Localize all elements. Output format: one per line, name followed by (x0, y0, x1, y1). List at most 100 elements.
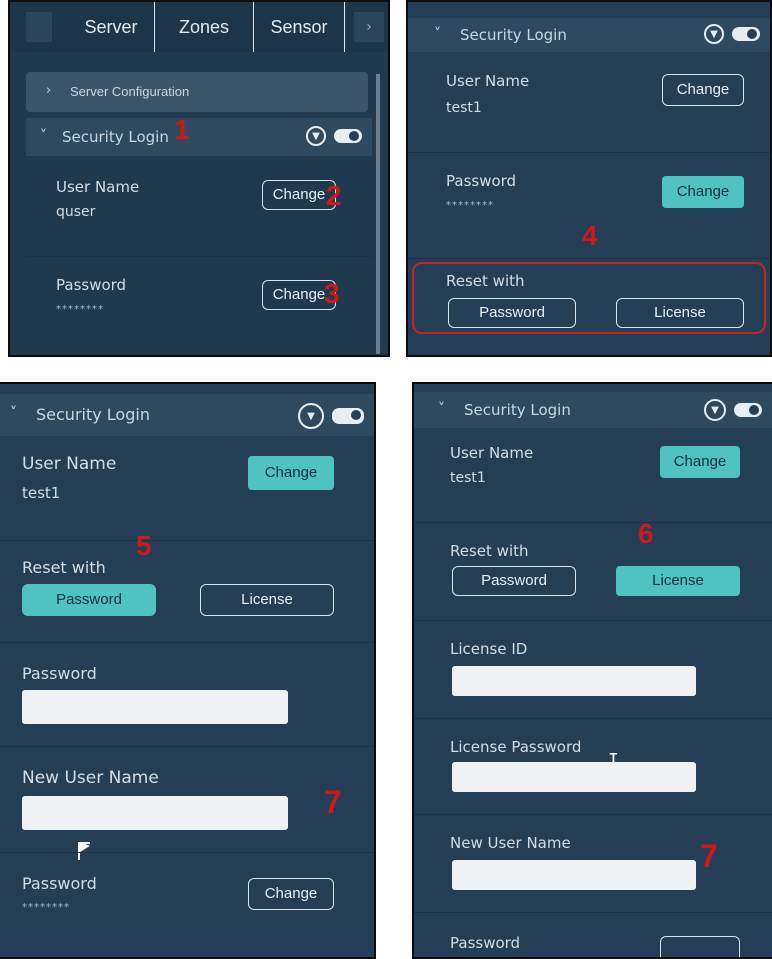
separator (0, 746, 374, 747)
user-name-value: test1 (450, 470, 486, 486)
toggle-icon[interactable] (732, 27, 760, 41)
tab-scroll-right[interactable]: › (354, 12, 384, 42)
toggle-icon[interactable] (332, 408, 364, 424)
filter-icon[interactable]: ▼ (704, 399, 726, 421)
annotation-7: 7 (324, 784, 342, 820)
separator (0, 642, 374, 643)
user-name-value: test1 (446, 100, 482, 116)
tab-server[interactable]: Server (68, 2, 155, 52)
password-label: Password (22, 664, 97, 683)
password-label: Password (446, 172, 517, 190)
new-user-name-label: New User Name (450, 834, 571, 852)
separator (414, 912, 772, 913)
user-name-value: test1 (22, 484, 61, 502)
chevron-down-icon: ˅ (40, 128, 47, 144)
separator (414, 718, 772, 719)
separator (414, 814, 772, 815)
separator (414, 522, 772, 523)
panel-server-tabs: Server Zones Sensor › › Server Configura… (8, 0, 390, 357)
filter-icon[interactable]: ▼ (298, 403, 324, 429)
security-login-title: Security Login (460, 26, 567, 44)
security-login-title: Security Login (62, 128, 169, 146)
user-name-label: User Name (56, 178, 140, 196)
new-user-name-input[interactable] (22, 796, 288, 830)
toggle-icon[interactable] (734, 403, 762, 417)
separator (408, 258, 770, 259)
security-login-header[interactable]: ˅ Security Login ▼ (408, 18, 770, 52)
panel-reset-password: ˅ Security Login ▼ User Name test1 Chang… (0, 382, 376, 959)
separator (0, 540, 374, 541)
filter-icon[interactable]: ▼ (306, 126, 326, 146)
reset-with-label: Reset with (450, 542, 529, 560)
reset-password-button[interactable]: Password (452, 566, 576, 596)
password-label: Password (56, 276, 127, 294)
password-value: ******** (446, 200, 494, 211)
change-username-button[interactable]: Change (248, 456, 334, 490)
user-name-label: User Name (450, 444, 534, 462)
password-value: ******** (22, 902, 70, 913)
header-icons: ▼ (704, 399, 762, 421)
reset-license-button[interactable]: License (616, 566, 740, 596)
annotation-5: 5 (136, 530, 152, 561)
header-icons: ▼ (704, 24, 760, 44)
security-login-header[interactable]: ˅ Security Login ▼ (414, 392, 772, 428)
tab-zones[interactable]: Zones (155, 2, 254, 52)
header-icons: ▼ (298, 403, 364, 429)
security-login-title: Security Login (464, 401, 571, 419)
security-login-header[interactable]: ˅ Security Login ▼ (0, 394, 374, 436)
tab-scroll-left[interactable] (26, 12, 52, 42)
security-login-header[interactable]: ˅ Security Login ▼ (26, 118, 372, 156)
server-configuration-label: Server Configuration (70, 84, 190, 99)
reset-password-button[interactable]: Password (448, 298, 576, 328)
chevron-down-icon: ˅ (434, 26, 441, 42)
tab-bar: Server Zones Sensor › (10, 2, 388, 52)
change-username-button[interactable]: Change (662, 74, 744, 106)
server-configuration-row[interactable]: › Server Configuration (26, 72, 368, 112)
change-username-button[interactable]: Change (262, 180, 336, 210)
reset-with-label: Reset with (446, 272, 525, 290)
toggle-icon[interactable] (334, 129, 362, 143)
panel-reset-with: ˅ Security Login ▼ User Name test1 Chang… (406, 0, 772, 357)
change-password-button-partial[interactable] (660, 936, 740, 957)
reset-password-button[interactable]: Password (22, 584, 156, 616)
separator (0, 852, 374, 853)
annotation-3: 3 (324, 278, 340, 309)
user-name-value: quser (56, 204, 96, 220)
chevron-right-icon: › (46, 83, 52, 98)
tab-sensor[interactable]: Sensor (254, 2, 345, 52)
new-user-name-input[interactable] (452, 860, 696, 890)
reset-with-label: Reset with (22, 558, 106, 577)
annotation-1: 1 (174, 114, 190, 145)
license-password-input[interactable] (452, 762, 696, 792)
annotation-2: 2 (326, 180, 342, 211)
mouse-cursor-tail (78, 842, 90, 860)
filter-icon[interactable]: ▼ (704, 24, 724, 44)
change-password-button[interactable]: Change (248, 878, 334, 910)
license-password-label: License Password (450, 738, 582, 756)
annotation-7: 7 (700, 838, 718, 874)
separator (26, 256, 372, 257)
annotation-6: 6 (638, 518, 654, 549)
separator (408, 152, 770, 153)
security-login-title: Security Login (36, 405, 150, 424)
new-user-name-label: New User Name (22, 768, 159, 788)
change-password-button[interactable]: Change (662, 176, 744, 208)
panel-reset-license: ˅ Security Login ▼ User Name test1 Chang… (412, 382, 772, 959)
scrollbar[interactable] (376, 74, 380, 354)
reset-license-button[interactable]: License (616, 298, 744, 328)
separator (414, 620, 772, 621)
password-input[interactable] (22, 690, 288, 724)
password-label: Password (22, 874, 97, 893)
reset-license-button[interactable]: License (200, 584, 334, 616)
annotation-4: 4 (582, 220, 598, 251)
user-name-label: User Name (446, 72, 530, 90)
chevron-down-icon: ˅ (438, 401, 445, 417)
user-name-label: User Name (22, 454, 117, 474)
license-id-label: License ID (450, 640, 528, 658)
change-username-button[interactable]: Change (660, 446, 740, 478)
chevron-down-icon: ˅ (10, 405, 17, 421)
password-value: ******** (56, 304, 104, 315)
header-icons: ▼ (306, 126, 362, 146)
password-label: Password (450, 934, 521, 952)
license-id-input[interactable] (452, 666, 696, 696)
